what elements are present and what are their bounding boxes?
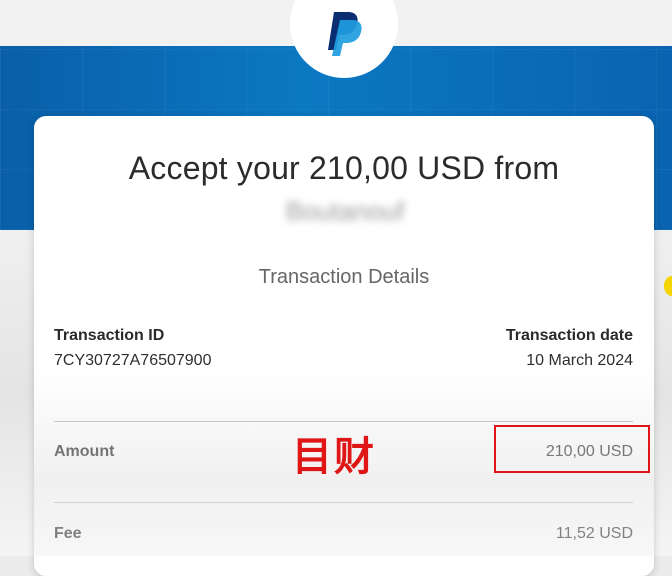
annotation-text: 目财 <box>292 434 376 480</box>
sender-name-blurred: Boutanouf <box>285 196 405 226</box>
divider <box>54 421 633 422</box>
page-title: Accept your 210,00 USD from <box>128 150 560 186</box>
fee-value: 11,52 USD <box>555 525 633 542</box>
transaction-date-value: 10 March 2024 <box>526 352 633 369</box>
fee-label: Fee <box>54 525 82 542</box>
paypal-logo-icon <box>328 12 362 56</box>
divider <box>54 502 633 503</box>
amount-label: Amount <box>54 443 115 460</box>
section-title: Transaction Details <box>258 266 430 288</box>
transaction-id-value: 7CY30727A76507900 <box>54 352 212 369</box>
annotation-highlight-box <box>494 425 650 473</box>
transaction-date-label: Transaction date <box>505 327 633 344</box>
transaction-id-label: Transaction ID <box>54 327 165 344</box>
